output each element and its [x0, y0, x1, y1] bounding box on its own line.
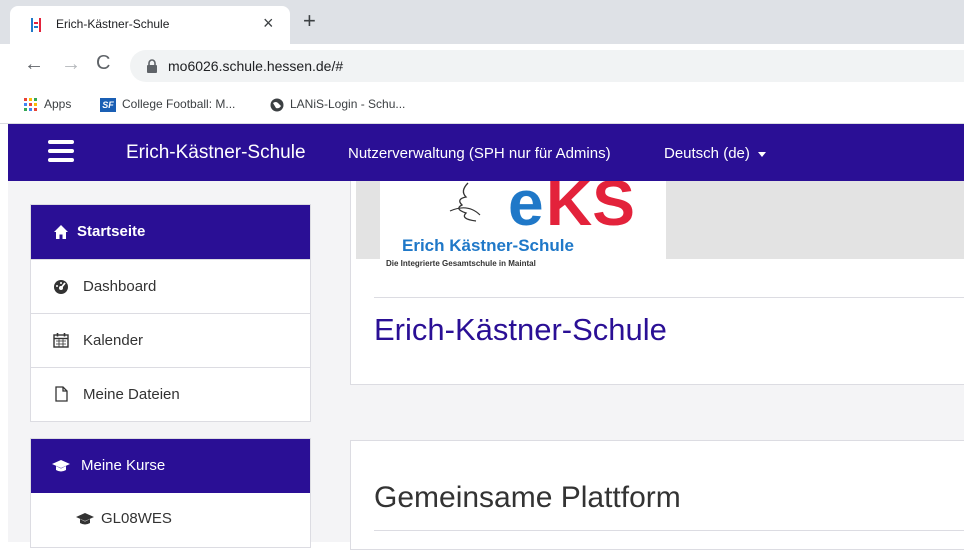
forward-button[interactable]: →: [61, 53, 81, 76]
url-text: mo6026.schule.hessen.de/#: [168, 58, 344, 74]
sidebar-item-label: Meine Dateien: [83, 386, 180, 403]
svg-text:KS: KS: [546, 181, 635, 239]
logo-graphic: e KS: [449, 181, 635, 239]
school-logo: e KS Erich Kästner-Schule Die Integriert…: [380, 181, 666, 277]
bookmark-lanis-login[interactable]: LANiS-Login - Schu...: [270, 97, 405, 112]
site-navbar: Erich-Kästner-Schule Nutzerverwaltung (S…: [8, 124, 964, 181]
menu-toggle-icon[interactable]: [48, 140, 74, 162]
home-icon: [54, 225, 68, 239]
sidebar-item-label: Kalender: [83, 332, 144, 349]
sidebar-item-my-courses[interactable]: Meine Kurse: [31, 439, 310, 493]
browser-tab[interactable]: Erich-Kästner-Schule ×: [10, 6, 290, 44]
reload-button[interactable]: C: [96, 52, 110, 75]
new-tab-button[interactable]: +: [303, 10, 316, 32]
address-bar[interactable]: mo6026.schule.hessen.de/#: [130, 50, 964, 82]
bookmark-label: LANiS-Login - Schu...: [290, 97, 406, 111]
calendar-icon: [53, 333, 69, 348]
sidebar-item-label: Startseite: [77, 223, 146, 240]
sidebar-item-label: Dashboard: [83, 278, 157, 295]
header-divider: [374, 297, 964, 298]
back-button[interactable]: ←: [24, 53, 44, 76]
dashboard-icon: [54, 280, 68, 294]
sidebar-item-home[interactable]: Startseite: [31, 205, 310, 259]
sf-icon: SF: [100, 97, 116, 112]
globe-icon: [270, 98, 284, 112]
language-label: Deutsch (de): [664, 145, 750, 162]
page-title: Erich-Kästner-Schule: [374, 312, 667, 347]
tab-close-icon[interactable]: ×: [263, 13, 274, 33]
caret-down-icon: [757, 151, 766, 157]
bookmark-label: Apps: [44, 97, 72, 111]
svg-text:e: e: [508, 181, 544, 239]
logo-subcaption: Die Integrierte Gesamtschule in Maintal: [386, 259, 536, 268]
language-menu[interactable]: Deutsch (de): [664, 145, 766, 162]
section-title: Gemeinsame Plattform: [374, 481, 681, 514]
site-brand[interactable]: Erich-Kästner-Schule: [126, 142, 306, 164]
bookmark-apps[interactable]: Apps: [24, 97, 71, 112]
apps-grid-icon: [24, 97, 37, 111]
sidebar-item-my-files[interactable]: Meine Dateien: [31, 367, 310, 421]
bookmarks-bar: Apps SF College Football: M... LANiS-Logi…: [0, 88, 964, 124]
file-icon: [55, 386, 68, 402]
graduation-cap-icon: [52, 460, 70, 472]
navigation-block: Startseite Dashboard Kalender Meine Date…: [30, 204, 311, 422]
logo-caption: Erich Kästner-Schule: [402, 236, 574, 255]
bookmark-label: College Football: M...: [122, 97, 236, 111]
site-favicon-icon: [31, 18, 41, 32]
sidebar-item-label: Meine Kurse: [81, 457, 166, 474]
sidebar-item-course-gl08wes[interactable]: GL08WES: [31, 493, 310, 543]
browser-toolbar: ← → C mo6026.schule.hessen.de/#: [0, 44, 964, 88]
sidebar-item-dashboard[interactable]: Dashboard: [31, 259, 310, 313]
tab-title: Erich-Kästner-Schule: [56, 17, 170, 31]
bookmark-college-football[interactable]: SF College Football: M...: [100, 97, 235, 112]
sidebar-item-label: GL08WES: [101, 510, 172, 527]
browser-tabstrip: Erich-Kästner-Schule × +: [0, 0, 964, 44]
section-divider: [374, 530, 964, 531]
nav-link-user-admin[interactable]: Nutzerverwaltung (SPH nur für Admins): [348, 145, 611, 162]
lock-icon: [147, 59, 157, 73]
graduation-cap-icon: [76, 513, 94, 525]
courses-block: Meine Kurse GL08WES: [30, 438, 311, 548]
sidebar-item-calendar[interactable]: Kalender: [31, 313, 310, 367]
